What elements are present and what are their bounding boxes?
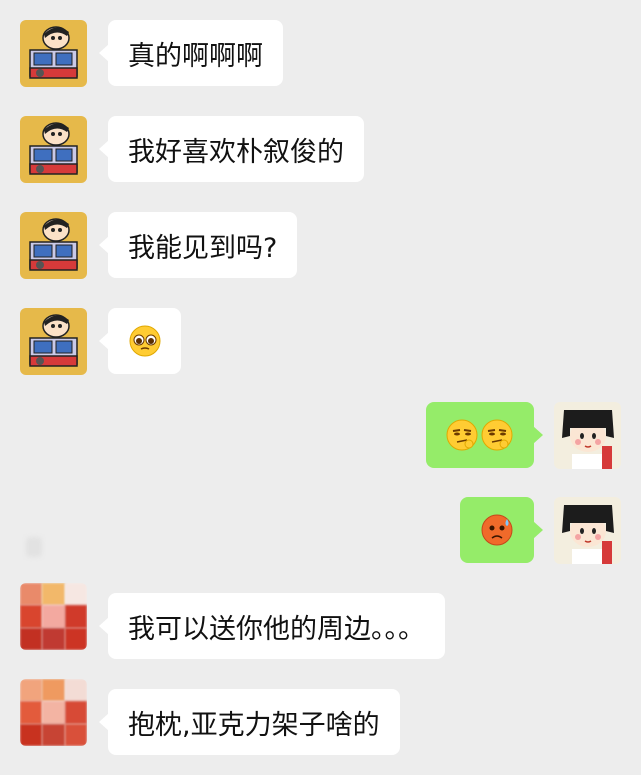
avatar[interactable] <box>554 497 621 564</box>
avatar[interactable] <box>20 212 87 279</box>
message-text: 真的啊啊啊 <box>128 40 263 72</box>
shin-chan-avatar-icon <box>20 212 87 279</box>
pleading-face-emoji-icon <box>129 325 160 357</box>
avatar[interactable] <box>20 308 87 375</box>
message-bubble[interactable] <box>460 497 543 563</box>
maruko-avatar-icon <box>554 497 621 564</box>
avatar[interactable] <box>20 116 87 183</box>
message-text: 我可以送你他的周边。。。 <box>128 613 425 645</box>
message-bubble[interactable]: 真的啊啊啊 <box>99 20 283 86</box>
message-bubble[interactable] <box>99 308 181 374</box>
shin-chan-avatar-icon <box>20 116 87 183</box>
skeptical-face-emoji-icon <box>446 419 513 451</box>
shin-chan-avatar-icon <box>20 308 87 375</box>
message-text: 抱枕,亚克力架子啥的 <box>128 709 380 741</box>
blurred-artifact <box>26 537 42 557</box>
message-bubble[interactable]: 我能见到吗? <box>98 212 298 278</box>
message-bubble[interactable] <box>426 402 543 468</box>
anxious-sweat-face-emoji-icon <box>481 514 513 546</box>
message-bubble[interactable]: 我好喜欢朴叙俊的 <box>99 116 364 182</box>
message-text: 我能见到吗? <box>128 232 278 264</box>
message-bubble[interactable]: 抱枕,亚克力架子啥的 <box>99 689 400 755</box>
blurred-avatar[interactable] <box>20 583 87 650</box>
avatar[interactable] <box>554 402 621 469</box>
message-text: 我好喜欢朴叙俊的 <box>128 136 344 168</box>
message-bubble[interactable]: 我可以送你他的周边。。。 <box>99 593 445 659</box>
blurred-avatar[interactable] <box>20 679 87 746</box>
avatar[interactable] <box>20 20 87 87</box>
shin-chan-avatar-icon <box>20 20 87 87</box>
maruko-avatar-icon <box>554 402 621 469</box>
